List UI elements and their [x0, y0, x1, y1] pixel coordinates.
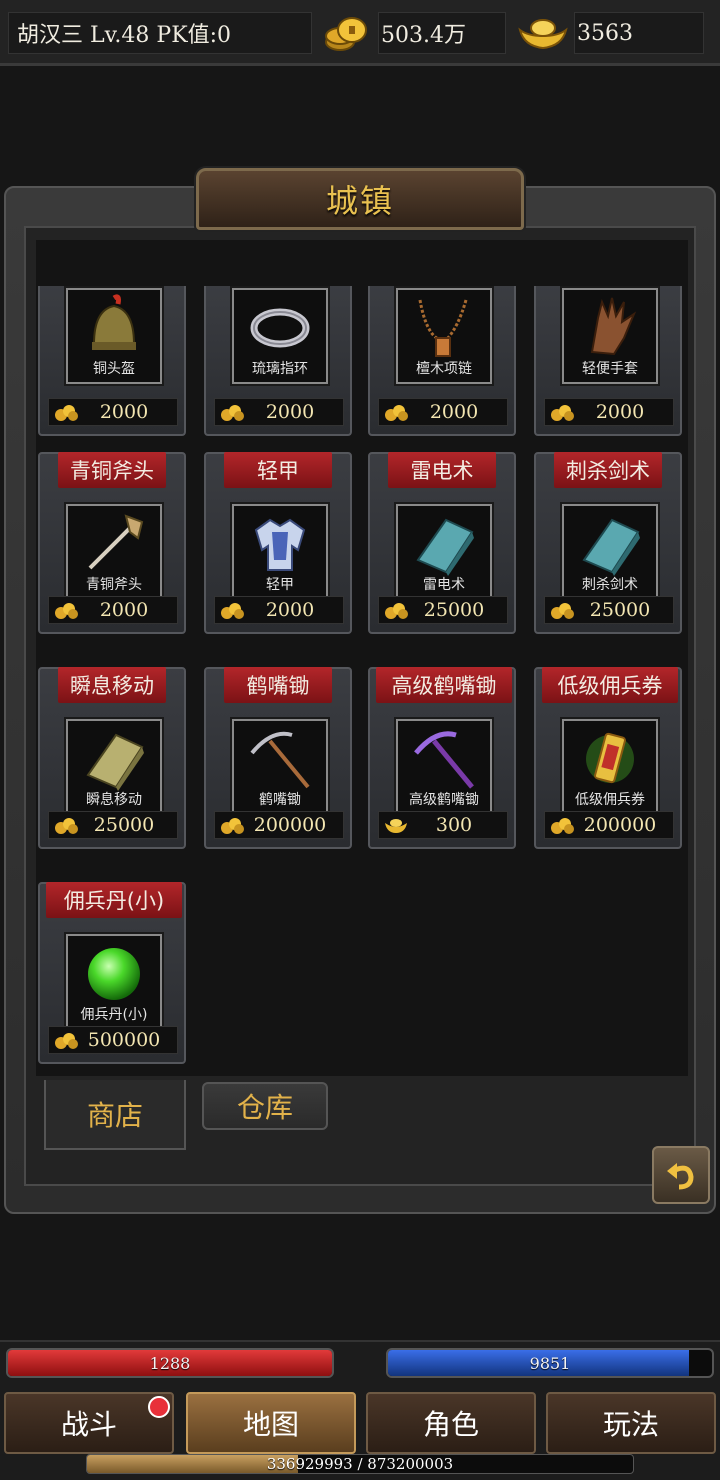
ring-icon — [250, 308, 310, 348]
nav-gameplay-button[interactable]: 玩法 — [546, 1392, 716, 1454]
exp-bar: 336929993 / 873200003 — [86, 1454, 634, 1474]
price-tag: 200000 — [214, 811, 344, 839]
shop-item[interactable]: 刺杀剑术 刺杀剑术 25000 — [534, 452, 682, 634]
gold-coin-icon — [385, 603, 408, 619]
price-tag: 2000 — [544, 398, 674, 426]
gold-coin-icon — [551, 603, 574, 619]
shop-item[interactable]: 雷电术 雷电术 25000 — [368, 452, 516, 634]
ingot-amount: 3563 — [574, 12, 704, 54]
armor-icon — [254, 518, 306, 571]
scroll-book-icon — [86, 733, 144, 791]
skill-book-icon — [416, 518, 474, 576]
price-tag: 500000 — [48, 1026, 178, 1054]
shop-item[interactable]: 低级佣兵券 低级佣兵券 200000 — [534, 667, 682, 849]
item-slot: 刺杀剑术 — [560, 502, 660, 602]
item-slot: 檀木项链 — [394, 286, 494, 386]
item-name-ribbon: 低级佣兵券 — [542, 667, 678, 703]
hp-bar: 1288 — [6, 1348, 334, 1378]
panel-title: 城镇 — [196, 168, 524, 230]
purple-pickaxe-icon — [414, 731, 474, 789]
glove-icon — [590, 297, 637, 356]
shop-item[interactable]: 瞬息移动 瞬息移动 25000 — [38, 667, 186, 849]
axe-icon — [88, 514, 144, 570]
green-orb-icon — [88, 948, 140, 1000]
gold-coin-icon — [551, 405, 574, 421]
gold-coin-icon — [221, 818, 244, 834]
item-slot: 高级鹤嘴锄 — [394, 717, 494, 817]
hp-value: 1288 — [149, 1353, 191, 1373]
gold-coin-icon — [221, 603, 244, 619]
shop-item[interactable]: 鹤嘴锄 鹤嘴锄 200000 — [204, 667, 352, 849]
item-slot: 瞬息移动 — [64, 717, 164, 817]
helmet-icon — [92, 294, 136, 350]
price-tag: 25000 — [48, 811, 178, 839]
panel-title-text: 城镇 — [325, 182, 394, 220]
player-info: 胡汉三 Lv.48 PK值:0 — [8, 12, 312, 54]
notification-dot — [148, 1396, 170, 1418]
item-name-ribbon: 高级鹤嘴锄 — [376, 667, 512, 703]
price-tag: 2000 — [48, 398, 178, 426]
nav-map-button[interactable]: 地图 — [186, 1392, 356, 1454]
shop-item[interactable]: 琉璃指环 2000 — [204, 286, 352, 436]
price-tag: 2000 — [214, 398, 344, 426]
mp-bar: 9851 — [386, 1348, 714, 1378]
item-name-ribbon: 佣兵丹(小) — [46, 882, 182, 918]
shop-item[interactable]: 佣兵丹(小) 佣兵丹(小) 500000 — [38, 882, 186, 1064]
mp-value: 9851 — [529, 1353, 571, 1373]
item-slot: 铜头盔 — [64, 286, 164, 386]
price-tag: 25000 — [378, 596, 508, 624]
necklace-icon — [418, 299, 468, 357]
pickaxe-icon — [250, 731, 310, 789]
item-slot: 鹤嘴锄 — [230, 717, 330, 817]
item-slot: 轻便手套 — [560, 286, 660, 386]
item-slot: 琉璃指环 — [230, 286, 330, 386]
exp-value: 336929993 / 873200003 — [266, 1455, 454, 1473]
return-arrow-icon — [667, 1163, 694, 1190]
shop-item[interactable]: 青铜斧头 青铜斧头 2000 — [38, 452, 186, 634]
shop-item[interactable]: 铜头盔 2000 — [38, 286, 186, 436]
item-name-ribbon: 刺杀剑术 — [554, 452, 662, 488]
gold-coin-icon — [325, 17, 367, 51]
voucher-icon — [586, 732, 634, 784]
skill-book-icon — [582, 518, 640, 576]
price-tag: 25000 — [544, 596, 674, 624]
price-tag: 2000 — [48, 596, 178, 624]
gold-coin-icon — [55, 818, 78, 834]
gold-amount: 503.4万 — [378, 12, 506, 54]
shop-item[interactable]: 檀木项链 2000 — [368, 286, 516, 436]
price-tag: 2000 — [214, 596, 344, 624]
item-slot: 青铜斧头 — [64, 502, 164, 602]
item-name-ribbon: 雷电术 — [388, 452, 496, 488]
gold-coin-icon — [55, 1033, 78, 1049]
tab-shop[interactable]: 商店 — [44, 1080, 186, 1150]
item-name-ribbon: 鹤嘴锄 — [224, 667, 332, 703]
gold-coin-icon — [55, 405, 78, 421]
gold-coin-icon — [385, 405, 408, 421]
item-slot: 轻甲 — [230, 502, 330, 602]
item-name-ribbon: 轻甲 — [224, 452, 332, 488]
item-slot: 佣兵丹(小) — [64, 932, 164, 1032]
gold-ingot-icon — [518, 19, 568, 50]
gold-coin-icon — [55, 603, 78, 619]
item-name-ribbon: 瞬息移动 — [58, 667, 166, 703]
gold-coin-icon — [221, 405, 244, 421]
item-name-ribbon: 青铜斧头 — [58, 452, 166, 488]
price-tag: 300 — [378, 811, 508, 839]
item-slot: 低级佣兵券 — [560, 717, 660, 817]
gold-ingot-icon — [385, 819, 407, 833]
top-status-bar: 胡汉三 Lv.48 PK值:0 503.4万 3563 — [0, 0, 720, 66]
gold-coin-icon — [551, 818, 574, 834]
back-button[interactable] — [652, 1146, 710, 1204]
nav-character-button[interactable]: 角色 — [366, 1392, 536, 1454]
price-tag: 200000 — [544, 811, 674, 839]
shop-item[interactable]: 轻甲 轻甲 2000 — [204, 452, 352, 634]
item-slot: 雷电术 — [394, 502, 494, 602]
price-tag: 2000 — [378, 398, 508, 426]
tab-warehouse[interactable]: 仓库 — [202, 1082, 328, 1130]
shop-item[interactable]: 高级鹤嘴锄 高级鹤嘴锄 300 — [368, 667, 516, 849]
shop-item[interactable]: 轻便手套 2000 — [534, 286, 682, 436]
